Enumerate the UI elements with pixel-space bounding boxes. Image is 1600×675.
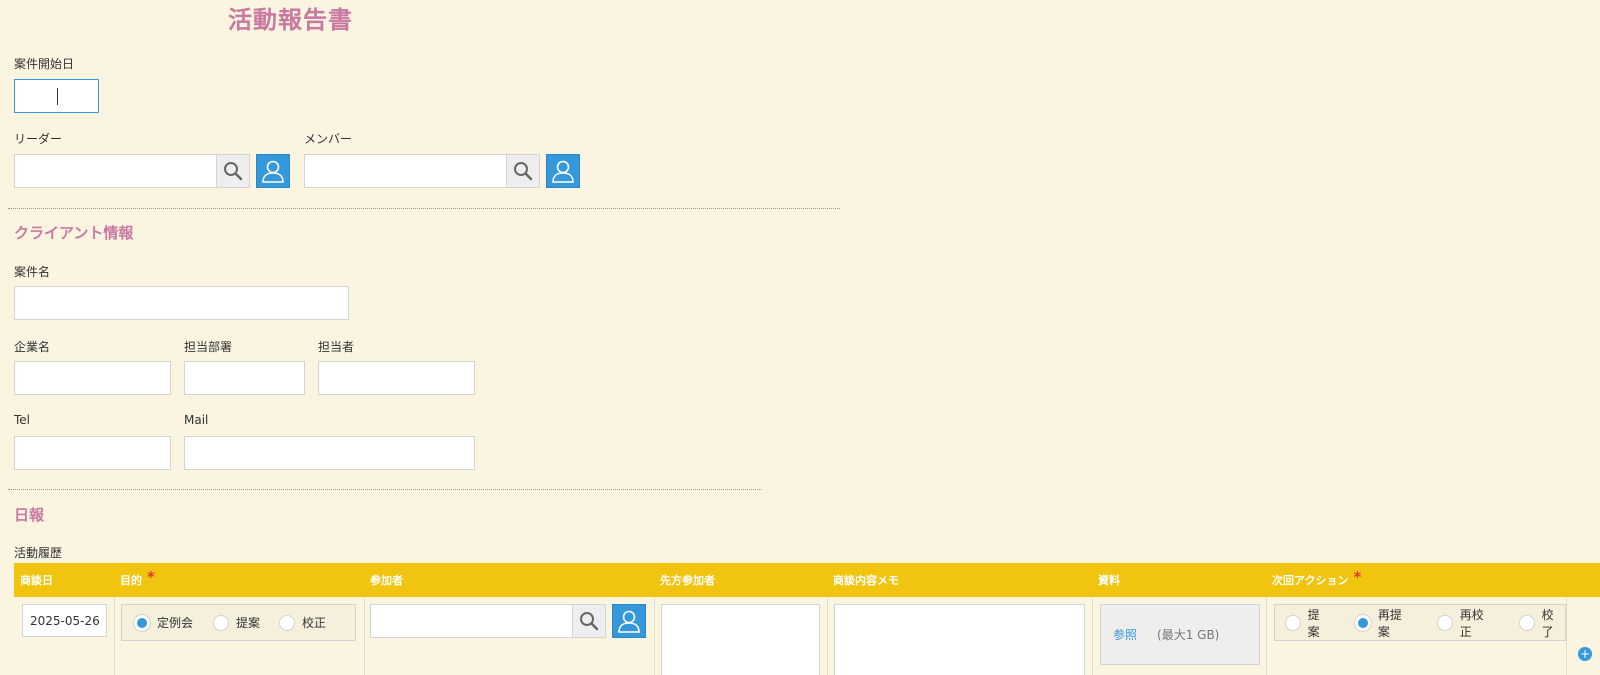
- purpose-option-proposal[interactable]: 提案: [213, 614, 260, 631]
- page-title: 活動報告書: [228, 6, 353, 34]
- person-label: 担当者: [318, 340, 355, 354]
- radio-unchecked-icon: [1285, 614, 1301, 631]
- column-header-participants: 参加者: [370, 574, 403, 587]
- meeting-date-input[interactable]: 2025-05-26: [22, 604, 107, 637]
- row-action-panel: [1566, 597, 1600, 675]
- participants-input[interactable]: [370, 604, 573, 638]
- column-header-memo: 商談内容メモ: [833, 574, 899, 587]
- member-user-select-button[interactable]: [546, 154, 580, 188]
- start-date-label: 案件開始日: [14, 57, 75, 71]
- leader-search-button[interactable]: [217, 154, 250, 188]
- company-label: 企業名: [14, 340, 51, 354]
- department-input[interactable]: [184, 361, 305, 395]
- next-action-radio-group: 提案 再提案 再校正 校了: [1274, 604, 1566, 641]
- leader-input[interactable]: [14, 154, 217, 188]
- leader-user-select-button[interactable]: [256, 154, 290, 188]
- purpose-option-regular[interactable]: 定例会: [134, 614, 193, 631]
- radio-unchecked-icon: [1518, 614, 1535, 631]
- add-row-icon[interactable]: +: [1578, 647, 1592, 661]
- company-input[interactable]: [14, 361, 171, 395]
- radio-unchecked-icon: [279, 614, 296, 631]
- client-section-title: クライアント情報: [14, 224, 134, 242]
- client-participants-textarea[interactable]: [661, 604, 820, 675]
- file-upload-box: 参照 (最大1 GB): [1100, 604, 1260, 665]
- member-input[interactable]: [304, 154, 507, 188]
- section-divider: [8, 208, 840, 209]
- column-header-next-action: 次回アクション *: [1272, 568, 1362, 587]
- radio-unchecked-icon: [213, 614, 230, 631]
- person-input[interactable]: [318, 361, 475, 395]
- tel-label: Tel: [14, 413, 31, 427]
- user-icon: [262, 160, 284, 183]
- purpose-radio-group: 定例会 提案 校正: [121, 604, 356, 641]
- participants-user-select-button[interactable]: [612, 604, 646, 638]
- search-icon: [514, 162, 533, 181]
- mail-input[interactable]: [184, 436, 475, 470]
- project-name-input[interactable]: [14, 286, 349, 320]
- next-action-option-reproposal[interactable]: 再提案: [1355, 606, 1413, 640]
- column-header-client-participants: 先方参加者: [660, 574, 715, 587]
- user-icon: [552, 160, 574, 183]
- search-icon: [580, 612, 599, 631]
- next-action-option-proposal[interactable]: 提案: [1285, 606, 1331, 640]
- column-header-purpose: 目的 *: [120, 568, 155, 587]
- member-label: メンバー: [304, 132, 353, 146]
- member-search-button[interactable]: [507, 154, 540, 188]
- table-header: 商談日 目的 * 参加者 先方参加者 商談内容メモ 資料 次回アクション *: [14, 563, 1600, 597]
- department-label: 担当部署: [184, 340, 233, 354]
- daily-section-title: 日報: [14, 506, 45, 524]
- file-browse-link[interactable]: 参照: [1113, 626, 1137, 643]
- column-header-date: 商談日: [20, 574, 53, 587]
- next-action-option-final[interactable]: 校了: [1518, 606, 1565, 640]
- meeting-memo-textarea[interactable]: [834, 604, 1085, 675]
- radio-checked-icon: [134, 614, 150, 631]
- column-header-documents: 資料: [1098, 574, 1120, 587]
- file-size-limit: (最大1 GB): [1157, 628, 1220, 642]
- tel-input[interactable]: [14, 436, 171, 470]
- next-action-option-reproofreading[interactable]: 再校正: [1437, 606, 1495, 640]
- user-icon: [618, 610, 640, 633]
- project-name-label: 案件名: [14, 265, 51, 279]
- start-date-input[interactable]: [14, 79, 99, 113]
- activity-history-label: 活動履歴: [14, 546, 63, 560]
- radio-unchecked-icon: [1437, 614, 1453, 631]
- purpose-option-proofreading[interactable]: 校正: [279, 614, 326, 631]
- section-divider: [8, 489, 762, 490]
- radio-checked-icon: [1355, 614, 1371, 631]
- leader-label: リーダー: [14, 132, 63, 146]
- search-icon: [224, 162, 243, 181]
- mail-label: Mail: [184, 413, 209, 427]
- participants-search-button[interactable]: [573, 604, 606, 638]
